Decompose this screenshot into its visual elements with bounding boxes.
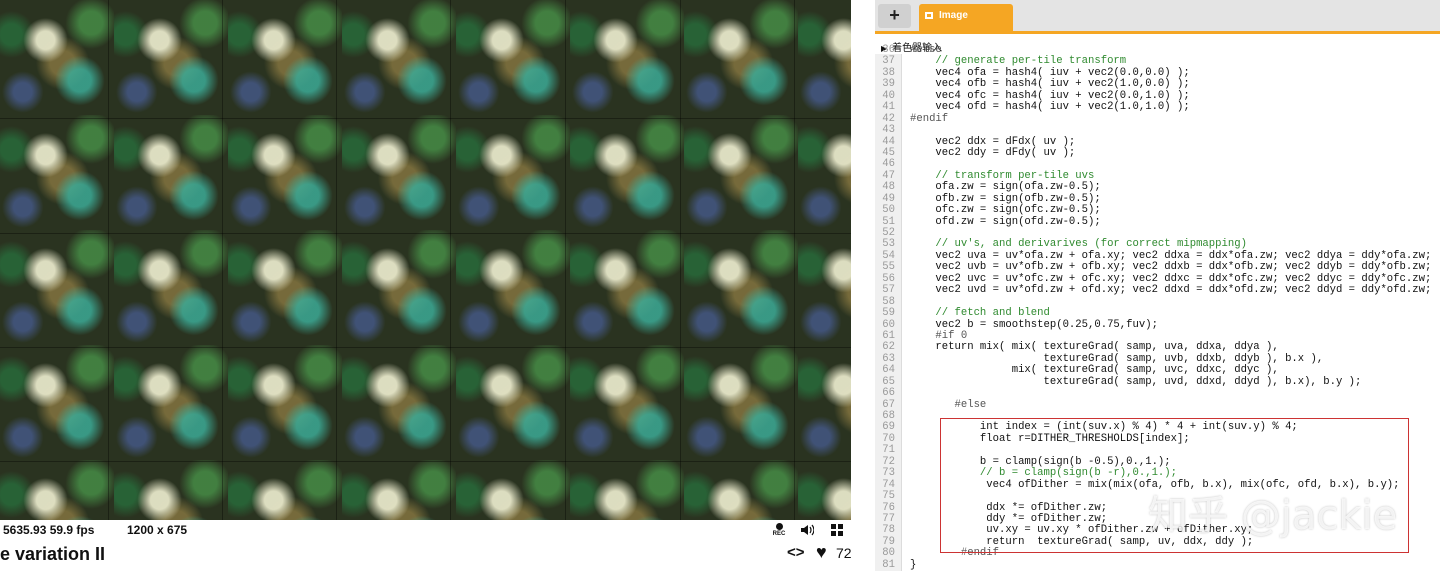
fullscreen-icon[interactable] (828, 522, 846, 538)
code-text: #endif (910, 112, 949, 125)
tab-image-label: Image (939, 10, 968, 21)
add-tab-button[interactable]: + (878, 4, 911, 28)
code-text: vec4 ofd = hash4( iuv + vec2(1.0,1.0) ); (910, 101, 1190, 114)
tile-seam (450, 0, 451, 520)
code-line: 41 vec4 ofd = hash4( iuv + vec2(1.0,1.0)… (875, 101, 1440, 114)
editor-tab-strip: + Image (875, 0, 1440, 34)
volume-icon[interactable] (798, 522, 816, 538)
watermark: 知乎 @jackie (1148, 493, 1398, 539)
code-text: vec2 ddy = dFdy( uv ); (910, 146, 1076, 159)
code-text: ofc.zw = sign(ofc.zw-0.5); (910, 204, 1101, 217)
code-line: 43 (875, 124, 1440, 137)
tile-seam (680, 0, 681, 520)
tile-seam (222, 0, 223, 520)
code-text: mix( textureGrad( samp, uvc, ddxc, ddyc … (910, 364, 1279, 377)
render-status-bar: 5635.93 59.9 fps 1200 x 675 REC (0, 520, 851, 539)
code-text: textureGrad( samp, uvd, ddxd, ddyd ), b.… (910, 375, 1362, 388)
tile-seam (336, 0, 337, 520)
code-line: 66 (875, 387, 1440, 400)
code-text: ofa.zw = sign(ofa.zw-0.5); (910, 181, 1101, 194)
code-line: 64 mix( textureGrad( samp, uvc, ddxc, dd… (875, 364, 1440, 377)
code-line: 59 // fetch and blend (875, 307, 1440, 320)
line-number: 59 (882, 307, 895, 320)
record-icon[interactable]: REC (770, 522, 788, 538)
code-text: vec2 uvd = uv*ofd.zw + ofd.xy; vec2 ddxd… (910, 284, 1432, 297)
line-number: 43 (882, 124, 895, 137)
tile-seam (0, 347, 851, 348)
tile-seam (0, 233, 851, 234)
tile-seam (794, 0, 795, 520)
resolution-readout: 1200 x 675 (127, 523, 188, 537)
shader-canvas[interactable] (0, 0, 851, 520)
code-line: 45 vec2 ddy = dFdy( uv ); (875, 146, 1440, 159)
code-line: 65 textureGrad( samp, uvd, ddxd, ddyd ),… (875, 375, 1440, 388)
line-number: 50 (882, 204, 895, 217)
code-line: 50 ofc.zw = sign(ofc.zw-0.5); (875, 204, 1440, 217)
fps-readout: 5635.93 59.9 fps (3, 523, 95, 537)
code-text: } (910, 558, 917, 571)
tile-seam (0, 118, 851, 119)
shader-title: e variation II (0, 544, 106, 564)
code-line: 51 ofd.zw = sign(ofd.zw-0.5); (875, 215, 1440, 228)
line-number: 66 (882, 387, 895, 400)
like-count: 72 (836, 545, 852, 561)
line-number: 48 (882, 181, 895, 194)
line-number: 73 (882, 467, 895, 480)
line-number: 64 (882, 364, 895, 377)
code-line: 81} (875, 558, 1440, 571)
record-label: REC (772, 531, 786, 537)
code-line: 48 ofa.zw = sign(ofa.zw-0.5); (875, 181, 1440, 194)
tile-seam (0, 461, 851, 462)
code-line: 57 vec2 uvd = uv*ofd.zw + ofd.xy; vec2 d… (875, 284, 1440, 297)
line-number: 41 (882, 101, 895, 114)
code-text: #else (910, 398, 987, 411)
tile-seam (108, 0, 109, 520)
line-number: 57 (882, 284, 895, 297)
line-number: 75 (882, 490, 895, 503)
code-text: ofd.zw = sign(ofd.zw-0.5); (910, 215, 1101, 228)
code-line: 42 #endif (875, 112, 1440, 125)
monitor-icon (925, 12, 933, 19)
line-number: 80 (882, 547, 895, 560)
code-toggle-icon[interactable]: <> (787, 544, 805, 561)
heart-icon[interactable]: ♥ (816, 542, 827, 563)
tile-seam (565, 0, 566, 520)
line-number: 81 (882, 558, 895, 571)
code-line: 67 #else (875, 398, 1440, 411)
shader-title-row: e variation II <> ♥ 72 (0, 539, 860, 571)
code-text: // fetch and blend (910, 307, 1050, 320)
tab-image[interactable]: Image (919, 4, 1013, 31)
